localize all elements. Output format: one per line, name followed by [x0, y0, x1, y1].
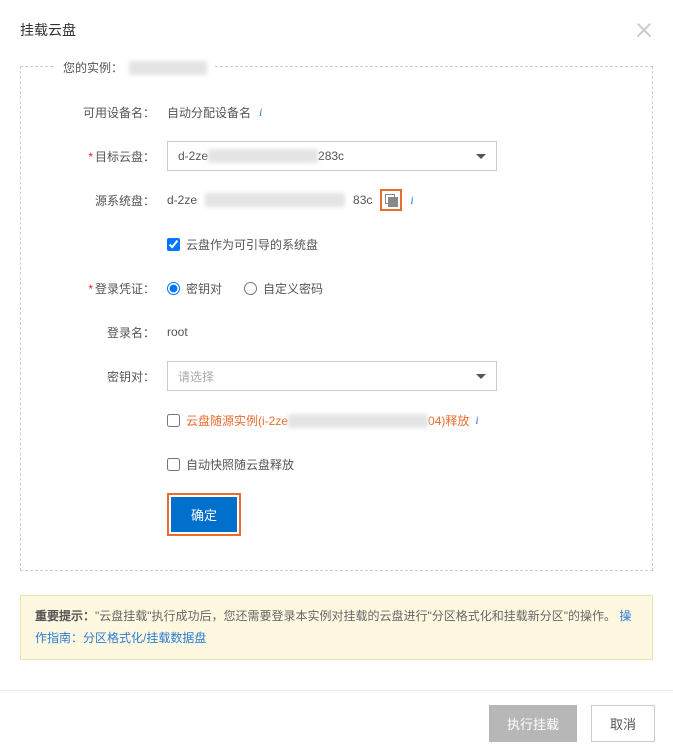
- instance-legend-label: 您的实例：: [63, 59, 123, 76]
- cancel-button[interactable]: 取消: [591, 705, 655, 742]
- target-disk-select[interactable]: d-2ze 283c: [167, 141, 497, 171]
- warning-text: "云盘挂载"执行成功后，您还需要登录本实例对挂载的云盘进行"分区格式化和挂载新分…: [95, 609, 616, 623]
- target-disk-suffix: 283c: [318, 149, 344, 163]
- credential-keypair-radio[interactable]: [167, 282, 180, 295]
- credential-label: 登录凭证：: [61, 280, 167, 297]
- keypair-placeholder: 请选择: [178, 368, 214, 385]
- credential-password-label: 自定义密码: [263, 280, 323, 297]
- execute-mount-button[interactable]: 执行挂载: [489, 705, 577, 742]
- warning-bold: 重要提示：: [35, 609, 95, 623]
- warning-box: 重要提示："云盘挂载"执行成功后，您还需要登录本实例对挂载的云盘进行"分区格式化…: [20, 595, 653, 660]
- login-name-label: 登录名：: [61, 324, 167, 341]
- target-disk-blurred: [208, 149, 318, 163]
- source-disk-suffix: 83c: [353, 193, 372, 207]
- copy-icon: [385, 194, 397, 206]
- confirm-button[interactable]: 确定: [171, 497, 237, 532]
- instance-legend: 您的实例：: [55, 59, 215, 76]
- source-disk-blurred: [205, 193, 345, 207]
- chevron-down-icon: [476, 374, 486, 379]
- credential-password-radio[interactable]: [244, 282, 257, 295]
- release-snapshot-label: 自动快照随云盘释放: [186, 456, 294, 473]
- bootable-label: 云盘作为可引导的系统盘: [186, 236, 318, 253]
- source-disk-label: 源系统盘：: [61, 192, 167, 209]
- target-disk-prefix: d-2ze: [178, 149, 208, 163]
- chevron-down-icon: [476, 154, 486, 159]
- confirm-highlight-box: 确定: [167, 493, 241, 536]
- info-icon[interactable]: i: [475, 413, 478, 428]
- credential-keypair-label: 密钥对: [186, 280, 222, 297]
- copy-source-disk-button[interactable]: [380, 189, 402, 211]
- release-with-instance-label: 云盘随源实例(i-2ze 04)释放: [186, 412, 469, 429]
- info-icon[interactable]: i: [410, 193, 413, 208]
- instance-fieldset: 您的实例： 可用设备名： 自动分配设备名 i 目标云盘： d-2ze 283c: [20, 66, 653, 571]
- dialog-footer: 执行挂载 取消: [0, 690, 673, 756]
- info-icon[interactable]: i: [259, 105, 262, 120]
- instance-id-blurred: [129, 61, 207, 75]
- target-disk-label: 目标云盘：: [61, 148, 167, 165]
- bootable-checkbox[interactable]: [167, 238, 180, 251]
- device-name-value: 自动分配设备名: [167, 104, 251, 121]
- dialog-header: 挂载云盘: [20, 20, 653, 40]
- release-with-instance-checkbox[interactable]: [167, 414, 180, 427]
- release-snapshot-checkbox[interactable]: [167, 458, 180, 471]
- source-disk-prefix: d-2ze: [167, 193, 197, 207]
- mount-disk-dialog: 挂载云盘 您的实例： 可用设备名： 自动分配设备名 i 目标云盘： d-2ze: [0, 0, 673, 756]
- login-name-value: root: [167, 325, 188, 339]
- close-icon[interactable]: [635, 21, 653, 39]
- device-name-label: 可用设备名：: [61, 104, 167, 121]
- keypair-label: 密钥对：: [61, 368, 167, 385]
- keypair-select[interactable]: 请选择: [167, 361, 497, 391]
- dialog-title: 挂载云盘: [20, 20, 76, 40]
